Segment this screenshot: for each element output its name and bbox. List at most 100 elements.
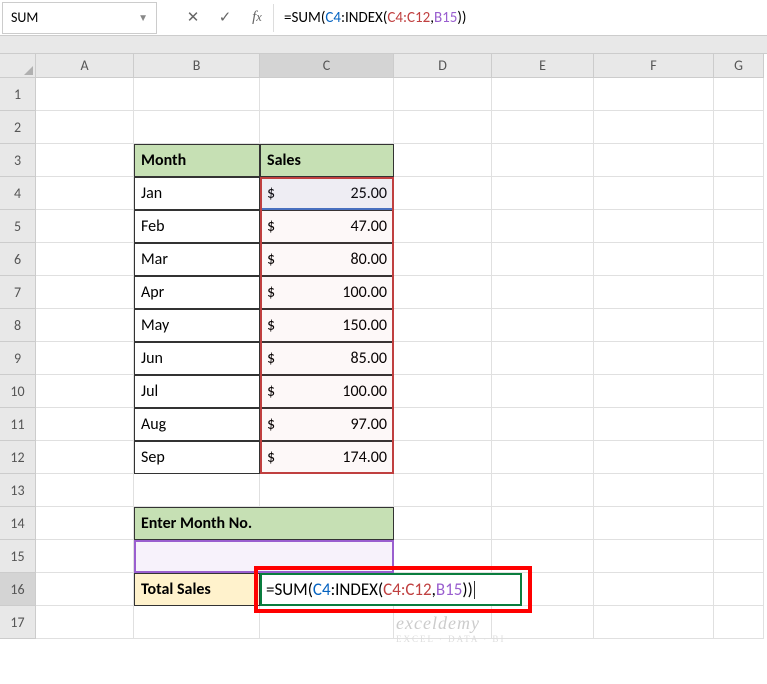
cell-F6[interactable] <box>594 243 714 276</box>
cell-F10[interactable] <box>594 375 714 408</box>
cell-A11[interactable] <box>36 408 134 441</box>
cell-B15[interactable] <box>134 540 394 573</box>
row-header-4[interactable]: 4 <box>0 177 36 210</box>
cell-G15[interactable] <box>714 540 764 573</box>
cell-A15[interactable] <box>36 540 134 573</box>
cell-A6[interactable] <box>36 243 134 276</box>
cell-D8[interactable] <box>394 309 492 342</box>
cell-G11[interactable] <box>714 408 764 441</box>
cell-D13[interactable] <box>394 474 492 507</box>
cell-C2[interactable] <box>260 111 394 144</box>
cell-F4[interactable] <box>594 177 714 210</box>
cell-A1[interactable] <box>36 78 134 111</box>
cell-F5[interactable] <box>594 210 714 243</box>
cell-G3[interactable] <box>714 144 764 177</box>
cell-editor[interactable]: =SUM(C4:INDEX(C4:C12,B15)) <box>260 573 522 606</box>
cell-A10[interactable] <box>36 375 134 408</box>
cell-C12[interactable]: $174.00 <box>260 441 394 474</box>
row-header-12[interactable]: 12 <box>0 441 36 474</box>
cell-F13[interactable] <box>594 474 714 507</box>
col-header-F[interactable]: F <box>594 54 714 78</box>
namebox-dropdown-icon[interactable]: ▼ <box>138 11 148 24</box>
cell-F7[interactable] <box>594 276 714 309</box>
cell-F9[interactable] <box>594 342 714 375</box>
cell-F2[interactable] <box>594 111 714 144</box>
name-box[interactable]: SUM ▼ <box>2 2 157 34</box>
cell-E17[interactable] <box>492 606 594 639</box>
cell-E9[interactable] <box>492 342 594 375</box>
row-header-8[interactable]: 8 <box>0 309 36 342</box>
cell-A17[interactable] <box>36 606 134 639</box>
cell-C9[interactable]: $85.00 <box>260 342 394 375</box>
cell-E8[interactable] <box>492 309 594 342</box>
cell-G5[interactable] <box>714 210 764 243</box>
col-header-B[interactable]: B <box>134 54 260 78</box>
row-header-2[interactable]: 2 <box>0 111 36 144</box>
cell-C3[interactable]: Sales <box>260 144 394 177</box>
cell-C4[interactable]: $25.00 <box>260 177 394 210</box>
cell-F12[interactable] <box>594 441 714 474</box>
cell-B17[interactable] <box>134 606 260 639</box>
cell-D11[interactable] <box>394 408 492 441</box>
cell-D7[interactable] <box>394 276 492 309</box>
cell-D1[interactable] <box>394 78 492 111</box>
cell-B9[interactable]: Jun <box>134 342 260 375</box>
cell-F1[interactable] <box>594 78 714 111</box>
cell-E2[interactable] <box>492 111 594 144</box>
cell-D15[interactable] <box>394 540 492 573</box>
cell-E10[interactable] <box>492 375 594 408</box>
cell-C5[interactable]: $47.00 <box>260 210 394 243</box>
row-header-9[interactable]: 9 <box>0 342 36 375</box>
cell-B1[interactable] <box>134 78 260 111</box>
cell-C8[interactable]: $150.00 <box>260 309 394 342</box>
cell-A2[interactable] <box>36 111 134 144</box>
cell-G1[interactable] <box>714 78 764 111</box>
cell-B12[interactable]: Sep <box>134 441 260 474</box>
cell-F16[interactable] <box>594 573 714 606</box>
cell-A9[interactable] <box>36 342 134 375</box>
cell-A8[interactable] <box>36 309 134 342</box>
col-header-C[interactable]: C <box>260 54 394 78</box>
cell-E4[interactable] <box>492 177 594 210</box>
row-header-15[interactable]: 15 <box>0 540 36 573</box>
row-header-10[interactable]: 10 <box>0 375 36 408</box>
cell-B5[interactable]: Feb <box>134 210 260 243</box>
cell-D2[interactable] <box>394 111 492 144</box>
row-header-16[interactable]: 16 <box>0 573 36 606</box>
row-header-13[interactable]: 13 <box>0 474 36 507</box>
cell-A13[interactable] <box>36 474 134 507</box>
cell-E14[interactable] <box>492 507 594 540</box>
formula-bar-input[interactable]: =SUM(C4:INDEX(C4:C12,B15)) <box>273 4 767 32</box>
cell-E11[interactable] <box>492 408 594 441</box>
cell-G17[interactable] <box>714 606 764 639</box>
cell-E7[interactable] <box>492 276 594 309</box>
enter-button[interactable]: ✓ <box>209 4 241 32</box>
cell-D12[interactable] <box>394 441 492 474</box>
cell-C7[interactable]: $100.00 <box>260 276 394 309</box>
cell-E5[interactable] <box>492 210 594 243</box>
cell-G14[interactable] <box>714 507 764 540</box>
cell-B6[interactable]: Mar <box>134 243 260 276</box>
cell-B13[interactable] <box>134 474 260 507</box>
cell-B10[interactable]: Jul <box>134 375 260 408</box>
cell-A14[interactable] <box>36 507 134 540</box>
fx-button[interactable]: fx <box>241 4 273 32</box>
row-header-6[interactable]: 6 <box>0 243 36 276</box>
row-header-7[interactable]: 7 <box>0 276 36 309</box>
cell-C11[interactable]: $97.00 <box>260 408 394 441</box>
cell-G6[interactable] <box>714 243 764 276</box>
cell-A16[interactable] <box>36 573 134 606</box>
cell-G12[interactable] <box>714 441 764 474</box>
row-header-11[interactable]: 11 <box>0 408 36 441</box>
cell-B3[interactable]: Month <box>134 144 260 177</box>
cell-B8[interactable]: May <box>134 309 260 342</box>
col-header-G[interactable]: G <box>714 54 764 78</box>
col-header-E[interactable]: E <box>492 54 594 78</box>
cell-B14[interactable]: Enter Month No. <box>134 507 394 540</box>
cell-G8[interactable] <box>714 309 764 342</box>
cell-G2[interactable] <box>714 111 764 144</box>
cell-B2[interactable] <box>134 111 260 144</box>
cell-E3[interactable] <box>492 144 594 177</box>
cell-A4[interactable] <box>36 177 134 210</box>
cell-B7[interactable]: Apr <box>134 276 260 309</box>
